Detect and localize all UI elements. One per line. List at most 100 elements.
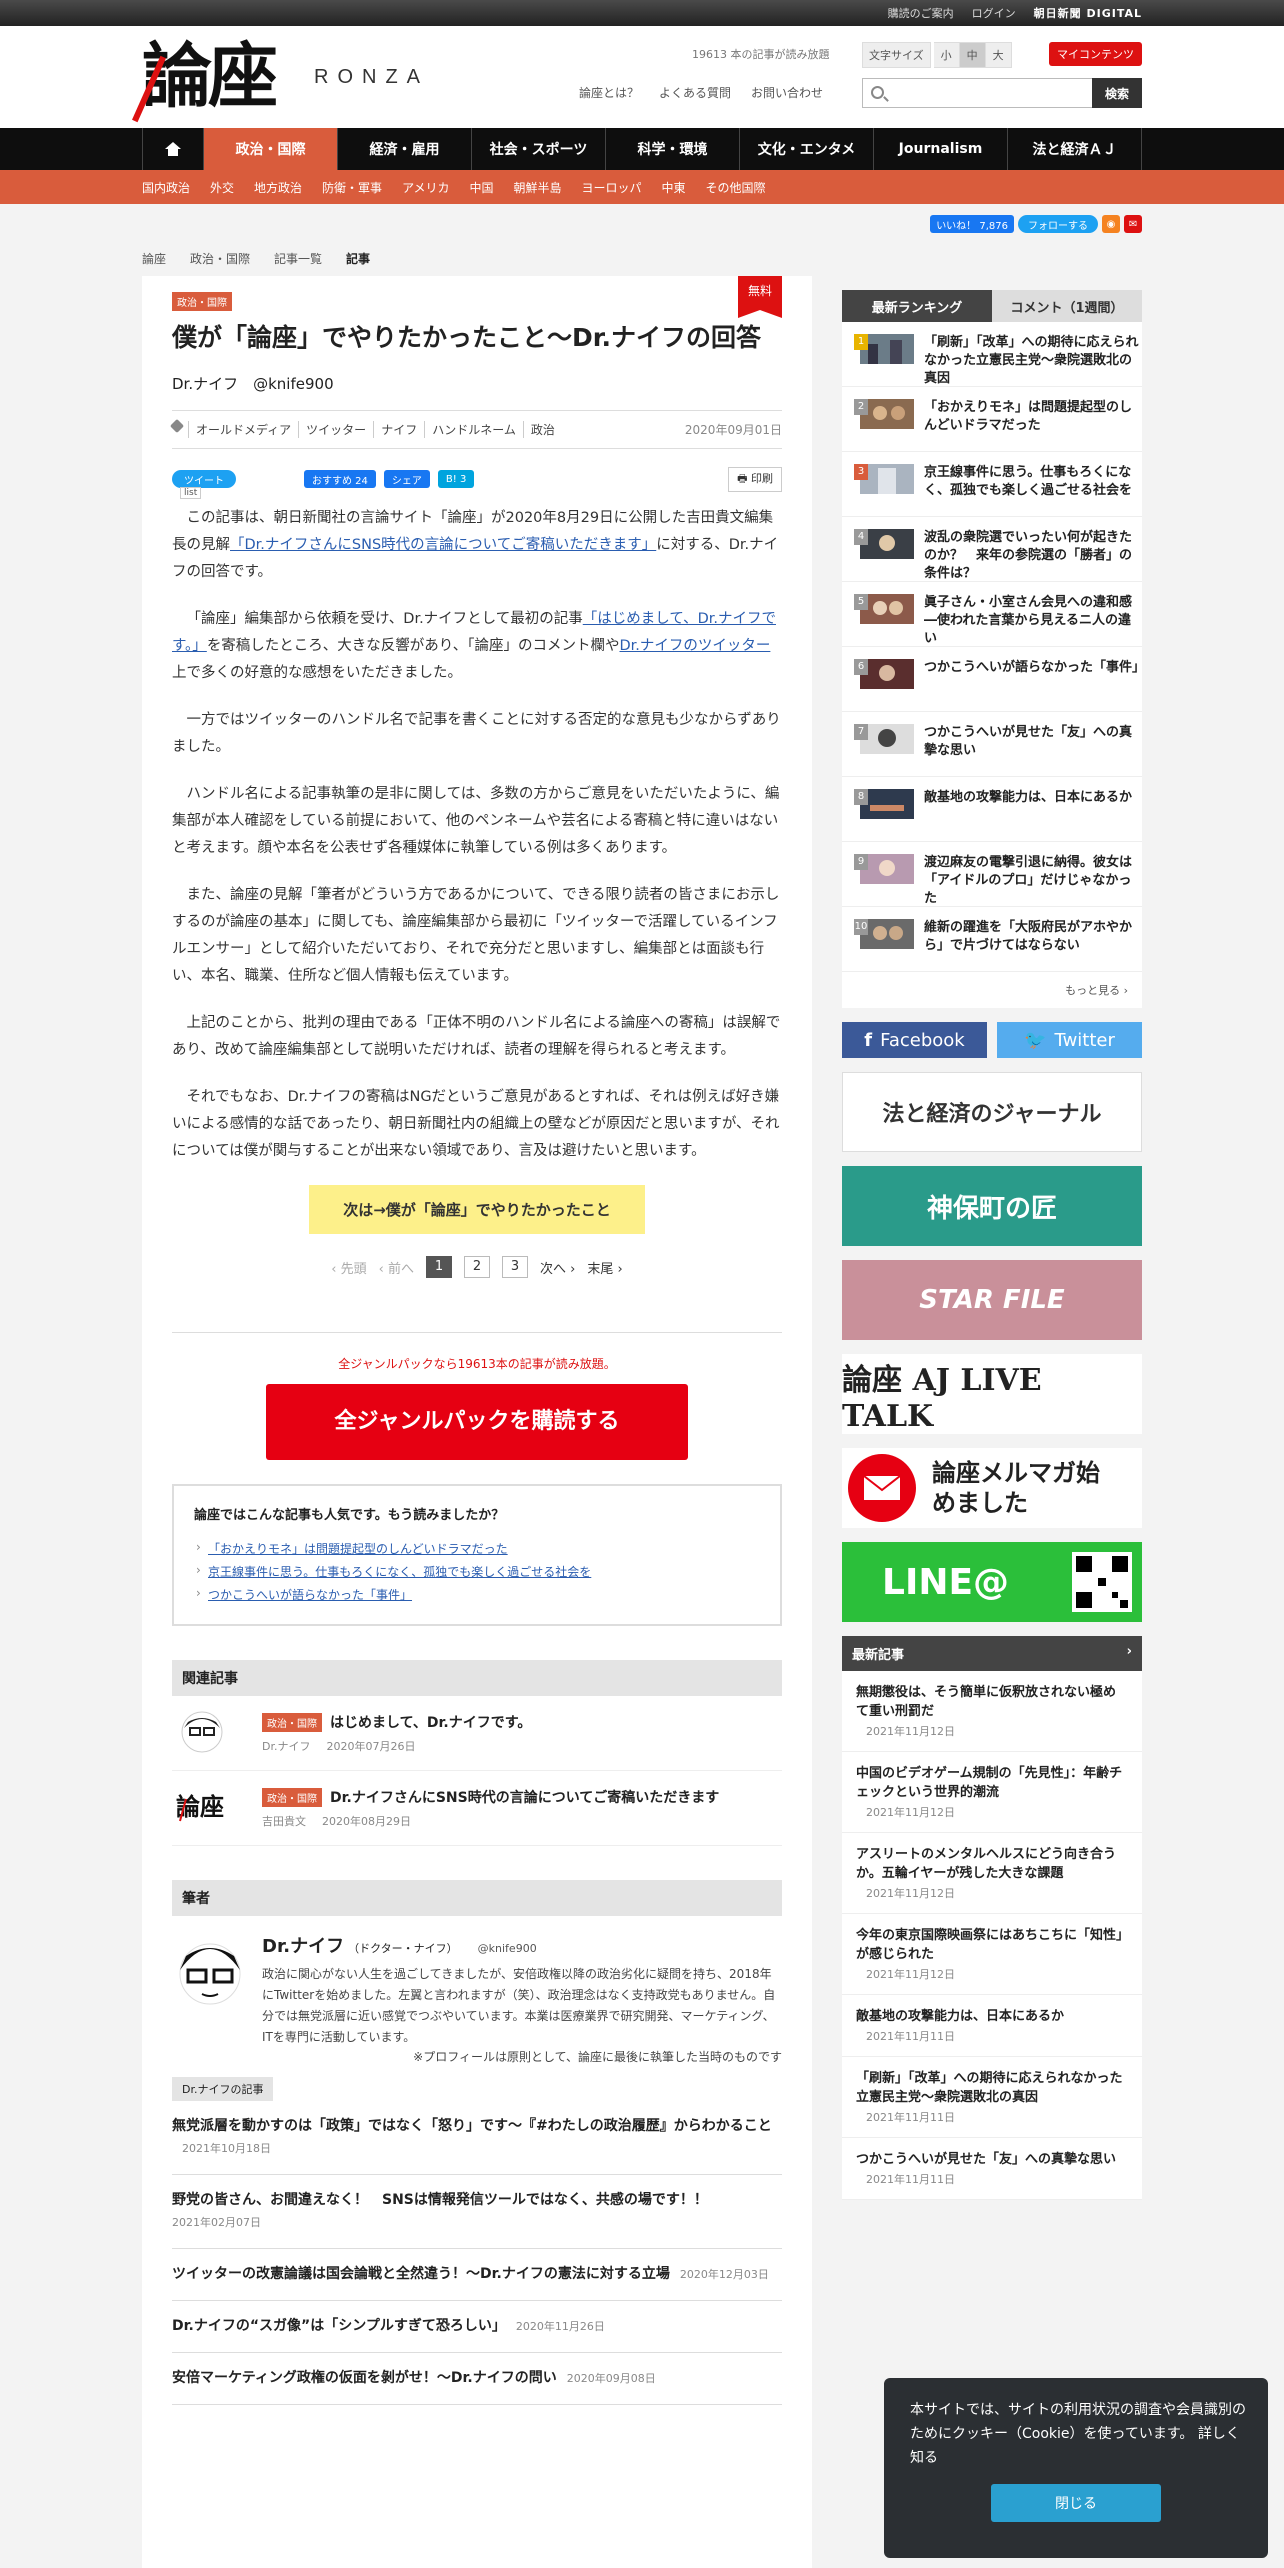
mail-icon[interactable]: ✉ (1124, 215, 1142, 233)
inline-link[interactable]: Dr.ナイフのツイッター (619, 638, 770, 654)
banner-live-talk[interactable]: 論座 AJ LIVE TALK (842, 1354, 1142, 1434)
banner-law-journal[interactable]: 法と経済のジャーナル (842, 1072, 1142, 1152)
popular-item[interactable]: 京王線事件に思う。仕事もろくになく、孤独でも楽しく過ごせる社会を (194, 1560, 760, 1583)
subscribe-guide-link[interactable]: 購読のご案内 (888, 5, 954, 21)
ranking-item[interactable]: 4 波乱の衆院選でいったい何が起きたのか？ 来年の参院選の「勝者」の条件は？ (842, 517, 1142, 582)
author-twitter[interactable]: @knife900 (478, 1942, 537, 1955)
login-link[interactable]: ログイン (972, 5, 1016, 21)
latest-item[interactable]: つかこうへいが見せた「友」への真摯な思い 2021年11月11日 (842, 2138, 1142, 2200)
hatena-bookmark-button[interactable]: B! 3 (437, 470, 475, 488)
font-size-small[interactable]: 小 (933, 42, 960, 68)
breadcrumb-item[interactable]: 政治・国際 (190, 250, 250, 267)
print-button[interactable]: 🖶 印刷 (728, 466, 782, 492)
banner-mail-magazine[interactable]: 論座メルマガ始めました (842, 1448, 1142, 1528)
banner-line[interactable]: LINE@ (842, 1542, 1142, 1622)
asahi-digital-logo[interactable]: 朝日新聞 DIGITAL (1034, 5, 1142, 21)
my-contents-button[interactable]: マイコンテンツ (1049, 42, 1142, 66)
ranking-item[interactable]: 2 「おかえりモネ」は問題提起型のしんどいドラマだった (842, 387, 1142, 452)
ranking-more-link[interactable]: もっと見る › (842, 972, 1142, 1008)
subscribe-button[interactable]: 全ジャンルパックを購読する (266, 1384, 688, 1460)
ranking-item[interactable]: 9 渡辺麻友の電撃引退に納得。彼女は「アイドルのプロ」だけじゃなかった (842, 842, 1142, 907)
author-article-item[interactable]: 無党派層を動かすのは「政策」ではなく「怒り」です～『#わたしの政治履歴』からわか… (172, 2101, 782, 2175)
banner-star-file[interactable]: STAR FILE (842, 1260, 1142, 1340)
search-input[interactable] (863, 79, 1092, 107)
font-size-large[interactable]: 大 (985, 42, 1012, 68)
subnav-item[interactable]: 朝鮮半島 (513, 179, 561, 196)
pager-last[interactable]: 末尾 › (587, 1258, 622, 1277)
subnav-item[interactable]: 外交 (210, 179, 234, 196)
tag-item[interactable]: オールドメディア (188, 421, 298, 438)
latest-item[interactable]: 無期懲役は、そう簡単に仮釈放されない極めて重い刑罰だ 2021年11月12日 (842, 1671, 1142, 1752)
nav-home[interactable] (142, 128, 204, 170)
subnav-item[interactable]: ヨーロッパ (582, 179, 642, 196)
latest-heading[interactable]: 最新記事 › (842, 1636, 1142, 1671)
nav-politics[interactable]: 政治・国際 (204, 128, 338, 170)
author-article-item[interactable]: 野党の皆さん、お間違えなく！ SNSは情報発信ツールではなく、共感の場です！！ 2… (172, 2175, 782, 2249)
latest-item[interactable]: 「刷新」「改革」への期待に応えられなかった立憲民主党～衆院選敗北の真因 2021年… (842, 2057, 1142, 2138)
nav-journalism[interactable]: Journalism (874, 128, 1008, 170)
nav-law[interactable]: 法と経済ＡＪ (1008, 128, 1142, 170)
author-article-item[interactable]: 安倍マーケティング政権の仮面を剝がせ！～Dr.ナイフの問い 2020年09月08日 (172, 2353, 782, 2405)
next-page-button[interactable]: 次は→僕が「論座」でやりたかったこと (309, 1185, 645, 1234)
author-name[interactable]: Dr.ナイフ (262, 1936, 344, 1957)
author-article-item[interactable]: ツイッターの改憲論議は国会論戦と全然違う！～Dr.ナイフの憲法に対する立場 202… (172, 2249, 782, 2301)
font-size-medium[interactable]: 中 (959, 42, 986, 68)
subnav-item[interactable]: 中国 (469, 179, 493, 196)
tweet-button[interactable]: ツイート (172, 470, 236, 488)
tag-item[interactable]: 政治 (522, 421, 562, 438)
ranking-item[interactable]: 8 敵基地の攻撃能力は、日本にあるか (842, 777, 1142, 842)
latest-item[interactable]: 中国のビデオゲーム規制の「先見性」：年齢チェックという世界的潮流 2021年11月… (842, 1752, 1142, 1833)
ranking-item[interactable]: 7 つかこうへいが見せた「友」への真摯な思い (842, 712, 1142, 777)
ronza-logo[interactable]: 論座 RONZA (132, 36, 502, 123)
twitter-button[interactable]: 🐦 Twitter (997, 1022, 1142, 1058)
tab-comment-ranking[interactable]: コメント（1週間） (992, 290, 1142, 322)
facebook-button[interactable]: f Facebook (842, 1022, 987, 1058)
search-button[interactable]: 検索 (1092, 78, 1142, 108)
subnav-item[interactable]: その他国際 (706, 179, 766, 196)
tag-item[interactable]: ナイフ (373, 421, 424, 438)
related-item[interactable]: 政治・国際 はじめまして、Dr.ナイフです。 Dr.ナイフ 2020年07月26日 (172, 1696, 782, 1771)
breadcrumb-item[interactable]: 論座 (142, 250, 166, 267)
ranking-item[interactable]: 1 「刷新」「改革」への期待に応えられなかった立憲民主党～衆院選敗北の真因 (842, 322, 1142, 387)
popular-item[interactable]: つかこうへいが語らなかった「事件」 (194, 1583, 760, 1606)
ranking-item[interactable]: 3 京王線事件に思う。仕事もろくになく、孤独でも楽しく過ごせる社会を (842, 452, 1142, 517)
inline-link[interactable]: 「Dr.ナイフさんにSNS時代の言論についてご寄稿いただきます」 (230, 537, 656, 553)
banner-jimbocho[interactable]: 神保町の匠 (842, 1166, 1142, 1246)
ranking-item[interactable]: 10 維新の躍進を「大阪府民がアホやから」で片づけてはならない (842, 907, 1142, 972)
facebook-share-button[interactable]: シェア (383, 470, 430, 488)
subnav-item[interactable]: 地方政治 (254, 179, 302, 196)
tab-latest-ranking[interactable]: 最新ランキング (842, 290, 992, 322)
twitter-follow-button[interactable]: フォローする (1018, 215, 1098, 233)
pager-page[interactable]: 2 (464, 1256, 490, 1278)
facebook-like-button[interactable]: いいね！ 7,876 (930, 215, 1014, 233)
latest-item[interactable]: アスリートのメンタルヘルスにどう向き合うか。五輪イヤーが残した大きな課題 2021… (842, 1833, 1142, 1914)
latest-item[interactable]: 敵基地の攻撃能力は、日本にあるか 2021年11月11日 (842, 1995, 1142, 2057)
tag-item[interactable]: ハンドルネーム (424, 421, 523, 438)
breadcrumb-item[interactable]: 記事一覧 (274, 250, 322, 267)
nav-science[interactable]: 科学・環境 (606, 128, 740, 170)
article-author[interactable]: Dr.ナイフ @knife900 (172, 373, 782, 394)
pager-next[interactable]: 次へ › (540, 1258, 575, 1277)
facebook-recommend-button[interactable]: おすすめ 24 (304, 470, 376, 488)
subnav-item[interactable]: 国内政治 (142, 179, 190, 196)
author-article-item[interactable]: Dr.ナイフの“スガ像”は「シンプルすぎて恐ろしい」 2020年11月26日 (172, 2301, 782, 2353)
rss-icon[interactable]: ◉ (1102, 215, 1120, 233)
nav-culture[interactable]: 文化・エンタメ (740, 128, 874, 170)
popular-item[interactable]: 「おかえりモネ」は問題提起型のしんどいドラマだった (194, 1537, 760, 1560)
subnav-item[interactable]: 中東 (662, 179, 686, 196)
pager-page[interactable]: 3 (502, 1256, 528, 1278)
about-link[interactable]: 論座とは？ (579, 84, 639, 101)
subnav-item[interactable]: アメリカ (402, 179, 449, 196)
ranking-item[interactable]: 6 つかこうへいが語らなかった「事件」 (842, 647, 1145, 712)
list-label[interactable]: list (180, 487, 202, 499)
cookie-close-button[interactable]: 閉じる (991, 2484, 1161, 2522)
ranking-item[interactable]: 5 眞子さん・小室さん会見への違和感―使われた言葉から見えるニ人の違い (842, 582, 1142, 647)
faq-link[interactable]: よくある質問 (659, 84, 731, 101)
contact-link[interactable]: お問い合わせ (751, 84, 823, 101)
latest-item[interactable]: 今年の東京国際映画祭にはあちこちに「知性」が感じられた 2021年11月12日 (842, 1914, 1142, 1995)
related-item[interactable]: 論座 政治・国際 Dr.ナイフさんにSNS時代の言論についてご寄稿いただきます 吉… (172, 1771, 782, 1846)
nav-society[interactable]: 社会・スポーツ (472, 128, 606, 170)
tag-item[interactable]: ツイッター (298, 421, 373, 438)
category-badge[interactable]: 政治・国際 (172, 292, 232, 311)
subnav-item[interactable]: 防衛・軍事 (322, 179, 382, 196)
